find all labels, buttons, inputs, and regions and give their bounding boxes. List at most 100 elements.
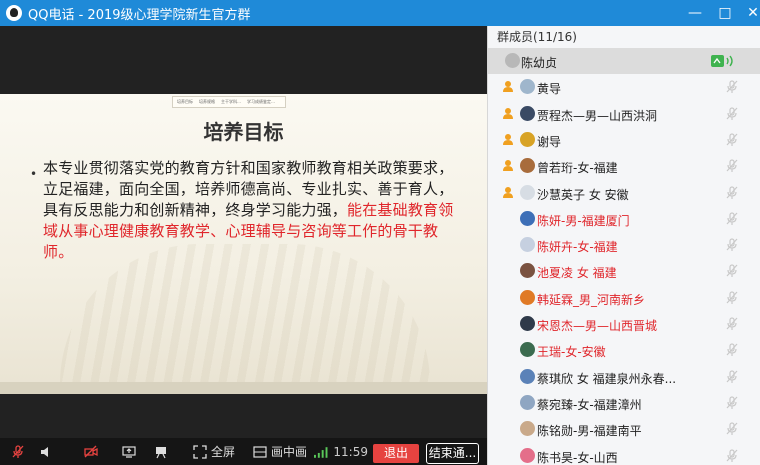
call-status: 11:59: [314, 438, 368, 465]
member-count-header: 群成员(11/16): [497, 30, 577, 44]
member-name: 陈妍卉-女-福建: [537, 240, 618, 255]
avatar: [520, 158, 535, 174]
minimize-button[interactable]: —: [680, 0, 710, 26]
member-name: 陈幼贞: [521, 56, 558, 70]
member-name: 陈铭勋-男-福建南平: [537, 424, 642, 439]
speaker-button[interactable]: [36, 438, 56, 465]
admin-person-icon: [503, 107, 513, 119]
close-button[interactable]: ✕: [738, 0, 760, 26]
member-name: 黄导: [537, 82, 562, 97]
maximize-button[interactable]: □: [710, 0, 740, 26]
avatar: [520, 342, 535, 358]
mic-muted-icon[interactable]: [725, 159, 739, 173]
member-row[interactable]: 宋恩杰—男—山西晋城: [488, 311, 760, 337]
avatar: [520, 263, 535, 279]
avatar: [520, 447, 535, 463]
member-name: 陈书昊-女-山西: [537, 450, 618, 465]
mic-muted-icon[interactable]: [725, 291, 739, 305]
window-title: QQ电话 - 2019级心理学院新生官方群: [28, 7, 251, 23]
member-row[interactable]: 沙慧英子 女 安徽: [488, 180, 760, 206]
member-name: 陈妍-男-福建厦门: [537, 213, 630, 228]
bullet-icon: •: [30, 167, 38, 181]
mic-muted-icon[interactable]: [725, 238, 739, 252]
speaker-icon: [41, 446, 48, 457]
member-row[interactable]: 陈妍卉-女-福建: [488, 232, 760, 258]
share-screen-icon: [122, 445, 136, 458]
share-screen-button[interactable]: [118, 438, 140, 465]
member-row[interactable]: 池夏凌 女 福建: [488, 258, 760, 284]
member-row[interactable]: 陈幼贞: [488, 48, 760, 74]
avatar: [520, 105, 535, 121]
slide-nav-item: 培养规格: [199, 99, 215, 104]
mic-muted-icon[interactable]: [725, 106, 739, 121]
whiteboard-button[interactable]: [150, 438, 172, 465]
member-row[interactable]: 陈铭勋-男-福建南平: [488, 416, 760, 442]
member-name: 蔡宛臻-女-福建漳州: [537, 397, 642, 412]
avatar: [520, 79, 535, 95]
shared-screen-area[interactable]: 培养目标 培养规格 主干学科… 学习成绩鉴定… 培养目标 • 本专业贯彻落实党的…: [0, 26, 487, 438]
avatar: [520, 368, 535, 384]
member-name: 谢导: [537, 134, 562, 149]
member-row[interactable]: 贾程杰—男—山西洪洞: [488, 101, 760, 127]
fullscreen-button[interactable]: 全屏: [190, 438, 238, 465]
member-row[interactable]: 王瑞-女-安徽: [488, 337, 760, 363]
admin-person-icon: [503, 160, 513, 172]
mic-muted-icon[interactable]: [725, 396, 739, 410]
member-row[interactable]: 谢导: [488, 127, 760, 153]
exit-button[interactable]: 退出: [373, 444, 419, 463]
member-row[interactable]: 蔡宛臻-女-福建漳州: [488, 390, 760, 416]
camera-off-button[interactable]: [80, 438, 102, 465]
avatar: [520, 421, 535, 437]
member-name: 蔡琪欣 女 福建泉州永春...: [537, 371, 677, 386]
slide-heading: 培养目标: [203, 120, 284, 144]
qq-logo-icon: [6, 5, 22, 21]
member-row[interactable]: 黄导: [488, 74, 760, 100]
mic-muted-icon[interactable]: [725, 448, 739, 463]
call-timer: 11:59: [333, 444, 368, 459]
mic-muted-icon[interactable]: [725, 317, 739, 331]
member-row[interactable]: 曾若珩-女-福建: [488, 153, 760, 179]
avatar: [520, 237, 535, 253]
end-call-button[interactable]: 结束通...: [426, 443, 479, 464]
mic-muted-icon: [12, 444, 24, 458]
mic-muted-icon[interactable]: [725, 212, 739, 226]
mic-muted-icon[interactable]: [725, 369, 739, 384]
presentation-slide: 培养目标 培养规格 主干学科… 学习成绩鉴定… 培养目标 • 本专业贯彻落实党的…: [0, 94, 487, 394]
slide-bottom-band: [0, 382, 487, 394]
pip-label: 画中画: [270, 445, 307, 459]
admin-person-icon: [503, 186, 513, 198]
member-row[interactable]: 陈妍-男-福建厦门: [488, 206, 760, 232]
book-watermark: [60, 244, 430, 384]
member-name: 贾程杰—男—山西洪洞: [537, 108, 658, 123]
member-name: 王瑞-女-安徽: [537, 345, 606, 360]
mic-muted-icon[interactable]: [725, 133, 739, 147]
slide-nav-item: 主干学科…: [221, 99, 241, 104]
mic-muted-icon[interactable]: [725, 422, 739, 436]
fullscreen-label: 全屏: [210, 445, 235, 459]
member-panel: 群成员(11/16) 陈幼贞黄导贾程杰—男—山西洪洞 谢导曾若珩-女-福建 沙慧英子…: [487, 26, 760, 465]
admin-person-icon: [503, 133, 513, 145]
pip-icon: [253, 445, 267, 458]
mic-muted-icon[interactable]: [725, 185, 739, 200]
member-row[interactable]: 蔡琪欣 女 福建泉州永春...: [488, 364, 760, 390]
mic-muted-icon[interactable]: [725, 80, 739, 94]
admin-person-icon: [503, 81, 513, 93]
mic-muted-icon[interactable]: [725, 343, 739, 357]
avatar: [520, 210, 535, 226]
mic-muted-button[interactable]: [8, 438, 28, 465]
member-name: 宋恩杰—男—山西晋城: [537, 319, 658, 333]
slide-nav-item: 学习成绩鉴定…: [247, 99, 275, 104]
member-name: 池夏凌 女 福建: [537, 266, 617, 281]
member-row[interactable]: 陈书昊-女-山西: [488, 443, 760, 465]
slide-nav-bar: 培养目标 培养规格 主干学科… 学习成绩鉴定…: [172, 96, 286, 108]
picture-in-picture-button[interactable]: 画中画: [252, 438, 308, 465]
whiteboard-icon: [156, 446, 166, 458]
mic-muted-icon[interactable]: [725, 264, 739, 278]
avatar: [520, 394, 535, 410]
fullscreen-icon: [193, 444, 207, 459]
member-row[interactable]: 韩延霖_男_河南新乡: [488, 285, 760, 311]
avatar: [505, 53, 520, 68]
qq-call-window: QQ电话 - 2019级心理学院新生官方群 — □ ✕ 培养目标 培养规格 主干…: [0, 0, 760, 465]
signal-icon: [314, 446, 328, 458]
avatar: [520, 289, 535, 305]
